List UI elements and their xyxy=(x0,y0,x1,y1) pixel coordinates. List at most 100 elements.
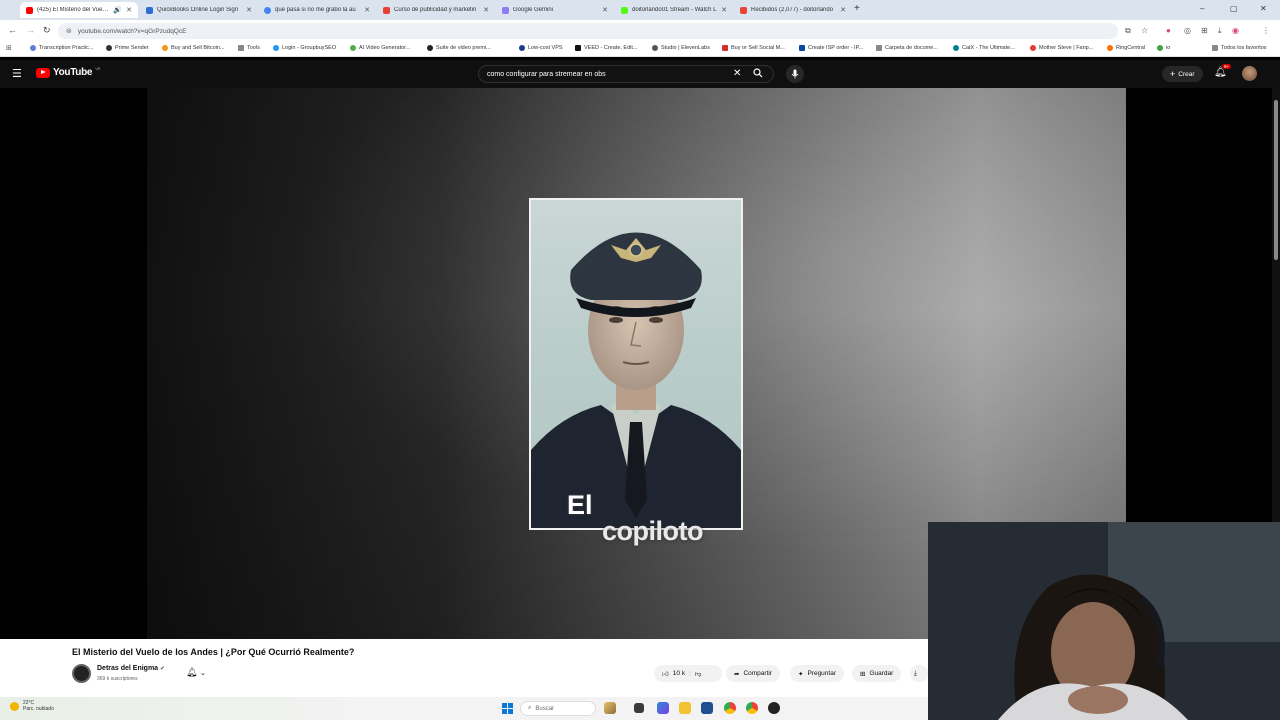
tab-quickbooks[interactable]: QuickBooks Online Login Sign ✕ xyxy=(140,2,258,18)
tab-audio-icon[interactable]: 🔊 xyxy=(113,6,122,14)
search-icon[interactable] xyxy=(753,68,763,81)
new-tab-button[interactable]: + xyxy=(854,3,860,14)
tab-google-search[interactable]: que pasa si no me grabo la au ✕ xyxy=(258,2,376,18)
bookmark-item[interactable]: Buy and Sell Bitcoin... xyxy=(162,45,225,51)
share-button[interactable]: ➦ Compartir xyxy=(726,665,780,682)
youtube-wordmark: YouTube xyxy=(53,67,93,78)
tab-curso[interactable]: Curso de publicidad y marketin ✕ xyxy=(377,2,495,18)
create-button[interactable]: + Crear xyxy=(1162,66,1203,82)
weather-condition: Parc. nublado xyxy=(23,706,54,712)
bookmark-label: Login - GroupbuySEO xyxy=(282,45,337,51)
menu-icon[interactable]: ☰ xyxy=(12,67,22,80)
ask-button[interactable]: ✦ Preguntar xyxy=(790,665,844,682)
bookmark-favicon-icon xyxy=(273,45,279,51)
bookmark-favicon-icon xyxy=(1107,45,1113,51)
clear-icon[interactable]: ✕ xyxy=(733,68,741,79)
bookmark-item[interactable]: AI Video Generator... xyxy=(350,45,410,51)
tab-title: Google Gemini xyxy=(513,7,554,13)
close-tab-icon[interactable]: ✕ xyxy=(246,6,252,14)
store-app-icon[interactable] xyxy=(701,702,713,714)
close-tab-icon[interactable]: ✕ xyxy=(364,6,370,14)
youtube-favicon-icon xyxy=(26,6,33,14)
install-app-icon[interactable]: ⧉ xyxy=(1125,26,1131,36)
minimize-button[interactable]: – xyxy=(1200,4,1204,13)
save-button[interactable]: ⊞ Guardar xyxy=(852,665,902,682)
widgets-app-icon[interactable] xyxy=(604,702,616,714)
file-explorer-icon[interactable] xyxy=(679,702,691,714)
profile-icon[interactable]: ◉ xyxy=(1232,26,1239,35)
obs-icon[interactable] xyxy=(768,702,780,714)
download-button[interactable]: ⤓ xyxy=(910,665,928,682)
avatar[interactable] xyxy=(1242,66,1257,81)
back-icon[interactable]: ← xyxy=(8,25,17,35)
channel-avatar[interactable] xyxy=(72,664,91,683)
extensions-puzzle-icon[interactable]: ⊞ xyxy=(1201,26,1208,35)
bookmark-folder[interactable]: Tools xyxy=(238,45,260,51)
downloads-icon[interactable]: ⤓ xyxy=(1218,26,1222,36)
bookmark-item[interactable]: Suite de video premi... xyxy=(427,45,491,51)
close-tab-icon[interactable]: ✕ xyxy=(721,6,727,14)
search-input[interactable]: como configurar para stremear en obs xyxy=(487,71,773,78)
apps-grid-icon[interactable]: ⊞ xyxy=(6,44,12,52)
kebab-menu-icon[interactable]: ⋮ xyxy=(1262,26,1270,35)
bookmark-star-icon[interactable]: ☆ xyxy=(1141,26,1148,35)
maximize-button[interactable]: ▢ xyxy=(1230,4,1238,13)
tab-gemini[interactable]: Google Gemini ✕ xyxy=(496,2,614,18)
channel-name[interactable]: Detras del Enigma ✔ xyxy=(97,665,165,672)
bookmark-item[interactable]: Mother Steve | Fanp... xyxy=(1030,45,1093,51)
bookmark-item[interactable]: VEED - Create, Edit... xyxy=(575,45,638,51)
close-tab-icon[interactable]: ✕ xyxy=(840,6,846,14)
bookmark-item[interactable]: Buy or Sell Social M... xyxy=(722,45,785,51)
browser-toolbar: ← → ↻ ⊜ youtube.com/watch?v=qGrPzudqQcE … xyxy=(0,20,1280,42)
youtube-logo[interactable]: YouTube VE xyxy=(36,66,101,78)
forward-icon[interactable]: → xyxy=(26,25,35,35)
bookmark-item[interactable]: Studio | ElevenLabs xyxy=(652,45,710,51)
reload-icon[interactable]: ↻ xyxy=(43,25,51,36)
plus-icon: + xyxy=(1170,69,1176,79)
scrollbar-thumb[interactable] xyxy=(1274,100,1278,260)
like-icon[interactable]: 👍︎ xyxy=(662,670,669,678)
close-tab-icon[interactable]: ✕ xyxy=(126,6,132,14)
copilot-app-icon[interactable] xyxy=(657,702,669,714)
mic-icon[interactable] xyxy=(786,65,804,83)
extension-icon[interactable]: ● xyxy=(1166,26,1171,35)
task-view-icon[interactable] xyxy=(634,703,644,713)
address-bar[interactable]: ⊜ youtube.com/watch?v=qGrPzudqQcE xyxy=(58,23,1118,39)
close-window-button[interactable]: ✕ xyxy=(1260,4,1267,13)
bookmark-item[interactable]: Login - GroupbuySEO xyxy=(273,45,336,51)
tab-gmail[interactable]: Recibidos (2,077) - doitorlando ✕ xyxy=(734,2,852,18)
pilot-portrait-image xyxy=(529,198,743,530)
bookmark-favicon-icon xyxy=(722,45,728,51)
bookmark-item[interactable]: Transcription Practic... xyxy=(30,45,94,51)
bookmark-label: io xyxy=(1166,45,1171,51)
bookmark-favicon-icon xyxy=(427,45,433,51)
search-bar[interactable]: como configurar para stremear en obs ✕ xyxy=(478,65,774,83)
bookmark-folder[interactable]: Carpeta de docume... xyxy=(876,45,938,51)
bookmark-favicon-icon xyxy=(799,45,805,51)
weather-widget[interactable]: 22°C Parc. nublado xyxy=(10,700,54,712)
bookmark-item[interactable]: Create ISP order - IP... xyxy=(799,45,863,51)
bookmark-item[interactable]: io xyxy=(1157,45,1170,51)
bookmark-item[interactable]: CatX - The Ultimate... xyxy=(953,45,1015,51)
taskbar-search[interactable]: ⌕ Buscar xyxy=(520,701,596,716)
subscription-bell-icon[interactable]: 🔔︎ ⌄ xyxy=(186,667,206,678)
chrome-icon[interactable] xyxy=(724,702,736,714)
dislike-icon[interactable]: 👎︎ xyxy=(695,670,702,678)
bookmark-item[interactable]: Prime Sender xyxy=(106,45,149,51)
close-tab-icon[interactable]: ✕ xyxy=(483,6,489,14)
tab-youtube[interactable]: (425) El Misterio del Vuelo de 🔊 ✕ xyxy=(20,2,138,18)
chevron-down-icon: ⌄ xyxy=(199,670,206,677)
bookmark-favicon-icon xyxy=(652,45,658,51)
save-label: Guardar xyxy=(869,670,894,677)
windows-icon[interactable] xyxy=(502,703,513,714)
bookmark-item[interactable]: RingCentral xyxy=(1107,45,1145,51)
url-text[interactable]: youtube.com/watch?v=qGrPzudqQcE xyxy=(78,28,187,35)
like-count[interactable]: 10 k xyxy=(673,670,685,677)
all-bookmarks-folder[interactable]: Todos los favoritos xyxy=(1212,45,1267,51)
close-tab-icon[interactable]: ✕ xyxy=(602,6,608,14)
tab-kick-stream[interactable]: doitorlando01 Stream - Watch L ✕ xyxy=(615,2,733,18)
bookmark-item[interactable]: Low-cost VPS xyxy=(519,45,563,51)
extension-icon[interactable]: ◎ xyxy=(1184,26,1191,35)
site-info-icon[interactable]: ⊜ xyxy=(66,27,72,35)
chrome-profile-icon[interactable] xyxy=(746,702,758,714)
